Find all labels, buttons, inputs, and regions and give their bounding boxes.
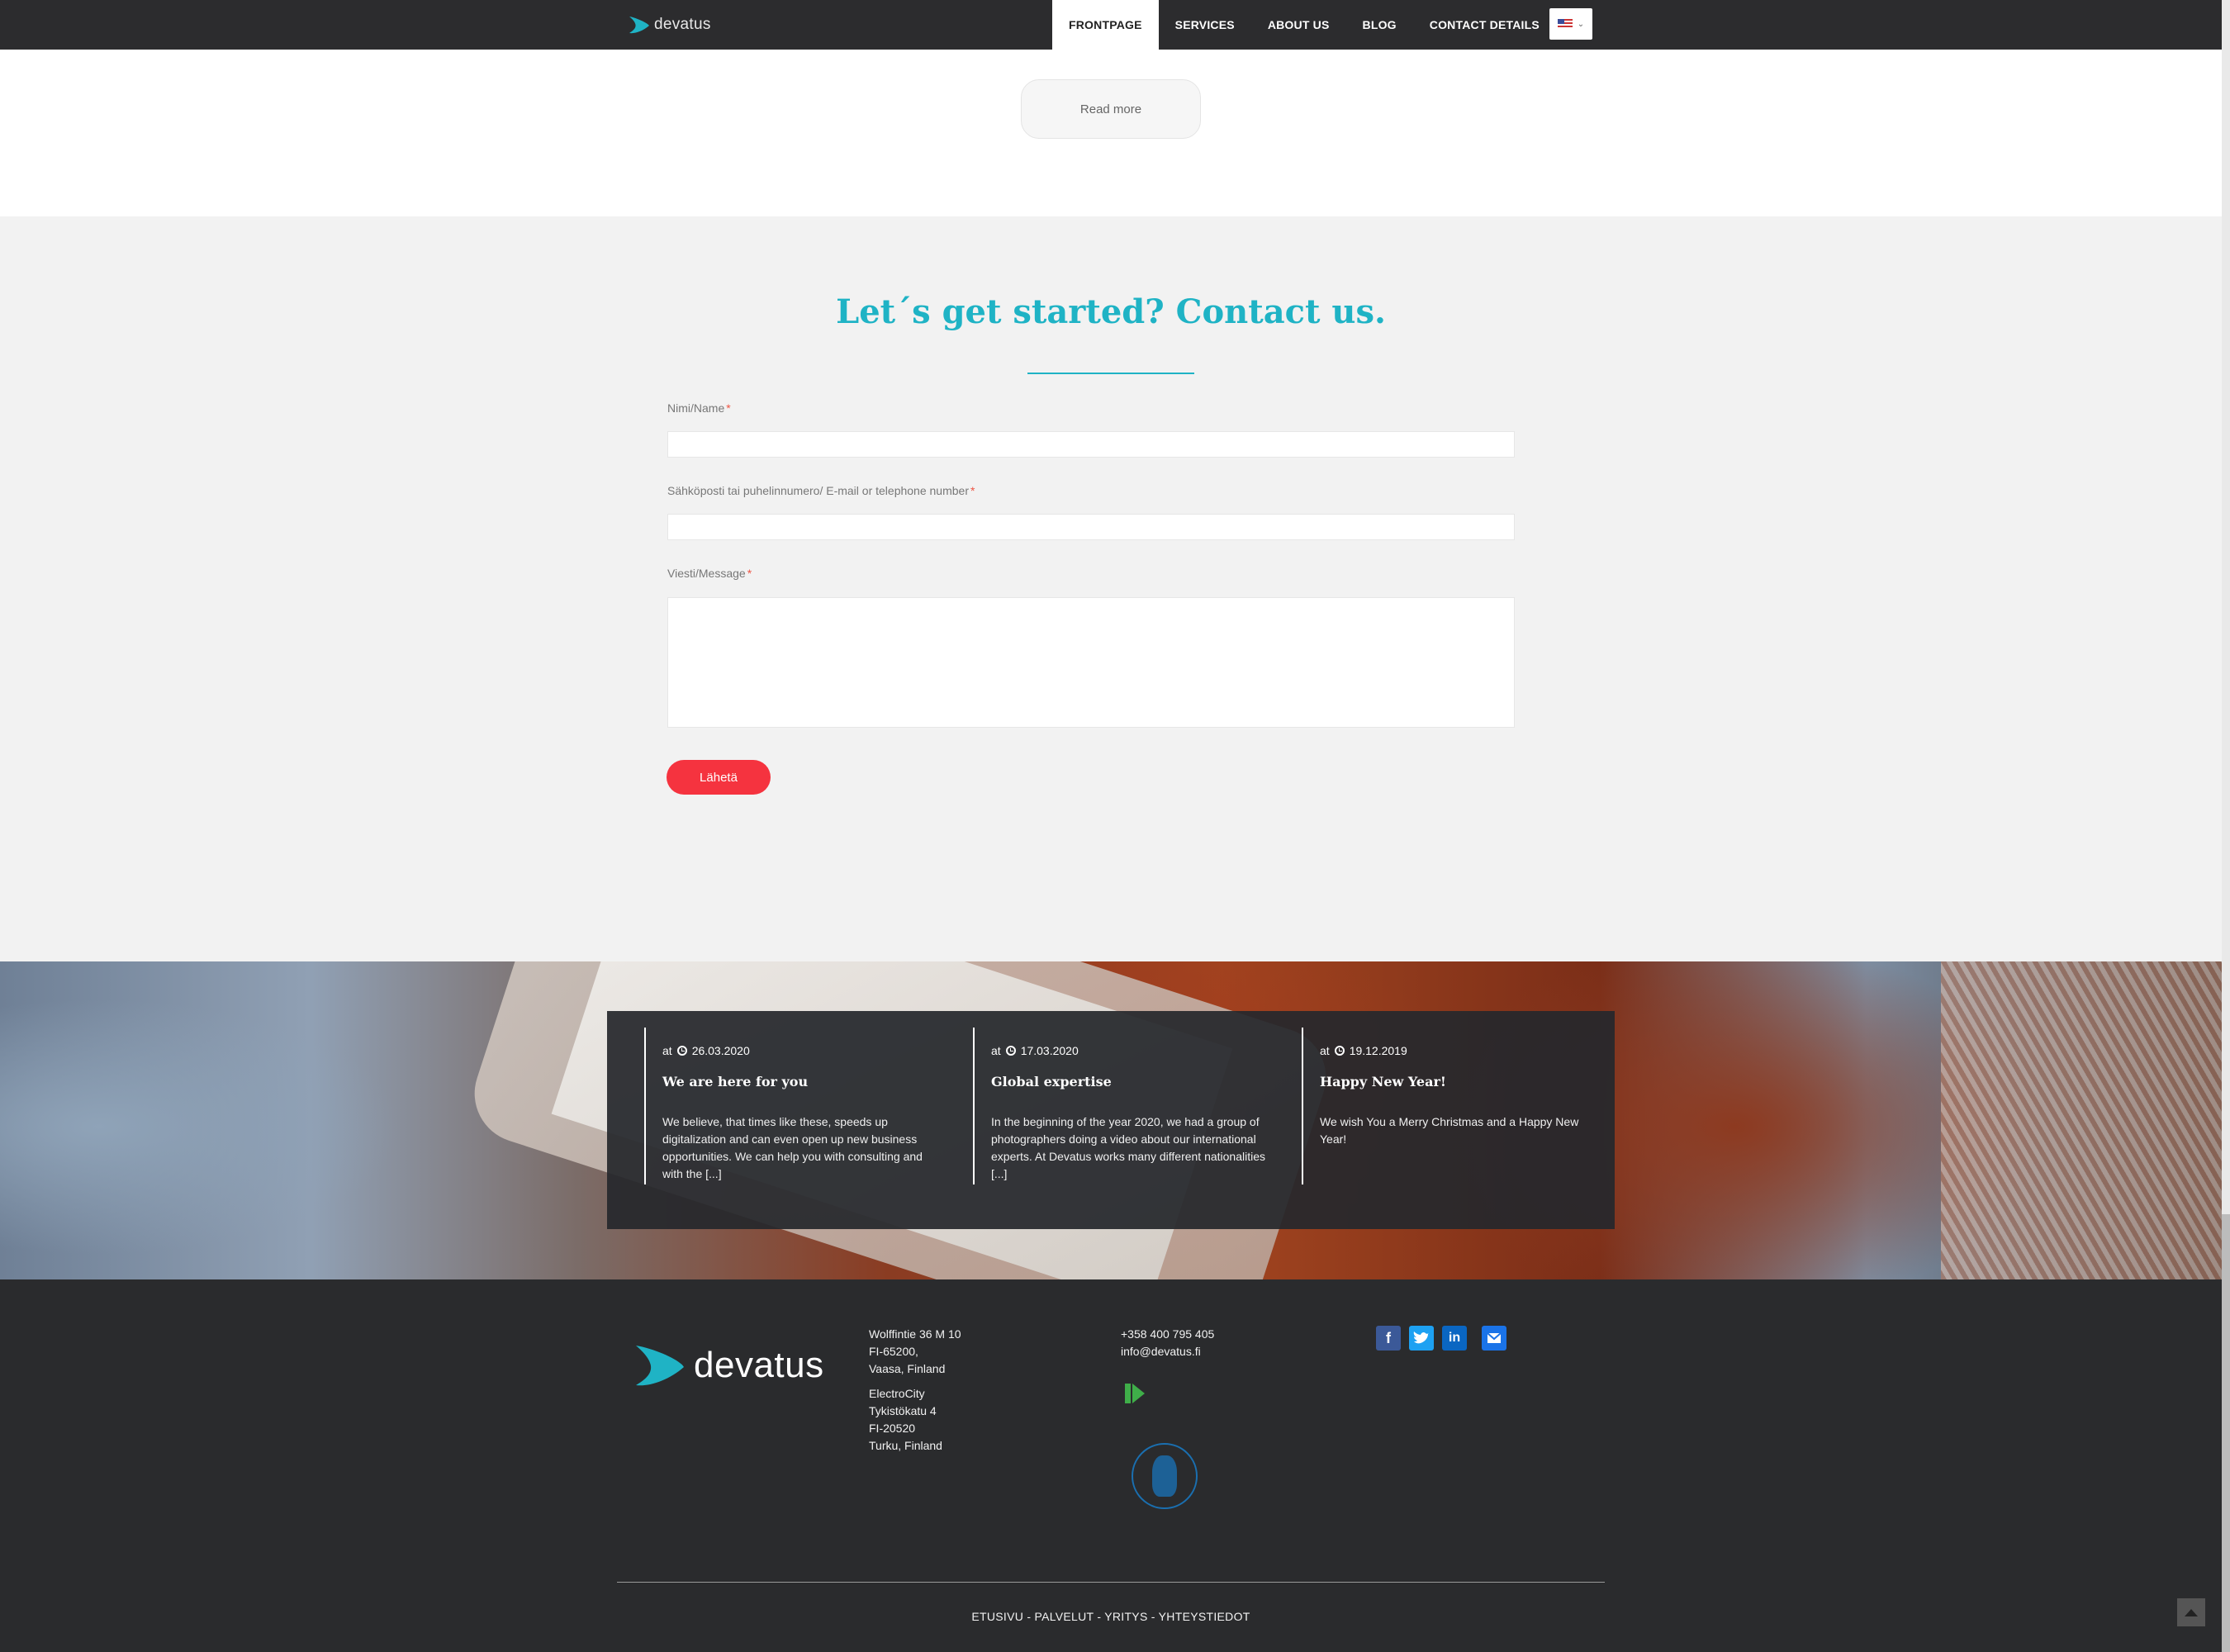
clock-icon xyxy=(676,1046,687,1056)
submit-button[interactable]: Lähetä xyxy=(667,760,771,795)
post-title[interactable]: Happy New Year! xyxy=(1320,1074,1446,1089)
nav-about-us[interactable]: ABOUT US xyxy=(1251,0,1346,50)
site-footer: devatus Wolffintie 36 M 10 FI-65200, Vaa… xyxy=(0,1279,2222,1652)
required-marker: * xyxy=(747,567,752,580)
post-date-prefix: at xyxy=(1320,1044,1330,1057)
header-logo-text: devatus xyxy=(654,16,711,33)
nav-frontpage[interactable]: FRONTPAGE xyxy=(1052,0,1159,50)
scrollbar-thumb[interactable] xyxy=(2222,1214,2230,1652)
footer-links[interactable]: ETUSIVU - PALVELUT - YRITYS - YHTEYSTIED… xyxy=(0,1610,2222,1623)
required-marker: * xyxy=(970,484,975,497)
footer-logo[interactable]: devatus xyxy=(633,1342,824,1389)
contact-label: Sähköposti tai puhelinnumero/ E-mail or … xyxy=(667,484,975,497)
linkedin-icon[interactable]: in xyxy=(1442,1326,1467,1351)
footer-email[interactable]: info@devatus.fi xyxy=(1121,1343,1214,1360)
finland-badge xyxy=(1132,1443,1198,1509)
devatus-logo-icon xyxy=(636,1346,684,1386)
latest-posts: at 26.03.2020 We are here for you We bel… xyxy=(607,1011,1615,1229)
news-band: at 26.03.2020 We are here for you We bel… xyxy=(0,961,2222,1279)
us-flag-icon xyxy=(1557,19,1573,29)
facebook-icon[interactable]: f xyxy=(1376,1326,1401,1351)
post-excerpt: We believe, that times like these, speed… xyxy=(662,1115,923,1180)
arrow-up-icon xyxy=(2185,1608,2198,1616)
contact-section: Let´s get started? Contact us. Nimi/Name… xyxy=(0,216,2222,961)
page-scrollbar[interactable] xyxy=(2222,0,2230,1652)
name-label: Nimi/Name * xyxy=(667,401,731,415)
name-label-text: Nimi/Name xyxy=(667,401,725,415)
read-more-button[interactable]: Read more xyxy=(1021,79,1201,139)
message-textarea[interactable] xyxy=(667,597,1515,728)
post-excerpt: We wish You a Merry Christmas and a Happ… xyxy=(1320,1115,1579,1146)
post-date-prefix: at xyxy=(991,1044,1001,1057)
title-divider xyxy=(1027,373,1194,374)
partner-logo-icon xyxy=(1125,1384,1145,1403)
background-sleeve xyxy=(1941,961,2222,1279)
post-date-value: 26.03.2020 xyxy=(691,1044,750,1057)
post-title[interactable]: We are here for you xyxy=(662,1074,808,1089)
twitter-icon[interactable] xyxy=(1409,1326,1434,1351)
contact-title: Let´s get started? Contact us. xyxy=(836,292,1386,331)
post-date-value: 17.03.2020 xyxy=(1020,1044,1079,1057)
post-date-prefix: at xyxy=(662,1044,672,1057)
footer-phone[interactable]: +358 400 795 405 xyxy=(1121,1326,1214,1343)
name-input[interactable] xyxy=(667,431,1515,458)
post-date: at 26.03.2020 xyxy=(662,1044,750,1057)
devatus-logo-icon xyxy=(629,17,649,34)
language-selector[interactable]: ⌄ xyxy=(1549,8,1592,40)
footer-contact: +358 400 795 405 info@devatus.fi xyxy=(1121,1326,1214,1360)
message-label-text: Viesti/Message xyxy=(667,567,746,580)
nav-contact-details[interactable]: CONTACT DETAILS xyxy=(1413,0,1556,50)
post-date-value: 19.12.2019 xyxy=(1349,1044,1407,1057)
main-nav: FRONTPAGE SERVICES ABOUT US BLOG CONTACT… xyxy=(1052,0,1556,50)
clock-icon xyxy=(1334,1046,1345,1056)
post-card[interactable]: at 17.03.2020 Global expertise In the be… xyxy=(973,1028,1287,1184)
email-or-phone-input[interactable] xyxy=(667,514,1515,540)
post-date: at 17.03.2020 xyxy=(991,1044,1079,1057)
finland-map-icon xyxy=(1152,1455,1177,1497)
required-marker: * xyxy=(726,401,731,415)
contact-label-text: Sähköposti tai puhelinnumero/ E-mail or … xyxy=(667,484,969,497)
site-header: devatus FRONTPAGE SERVICES ABOUT US BLOG… xyxy=(0,0,2222,50)
address-vaasa: Wolffintie 36 M 10 FI-65200, Vaasa, Finl… xyxy=(869,1327,961,1375)
footer-logo-text: devatus xyxy=(694,1345,824,1385)
clock-icon xyxy=(1005,1046,1016,1056)
header-logo[interactable]: devatus xyxy=(628,13,711,36)
post-excerpt: In the beginning of the year 2020, we ha… xyxy=(991,1115,1266,1180)
post-card[interactable]: at 26.03.2020 We are here for you We bel… xyxy=(644,1028,958,1184)
address-turku: ElectroCity Tykistökatu 4 FI-20520 Turku… xyxy=(869,1387,942,1452)
post-title[interactable]: Global expertise xyxy=(991,1074,1112,1089)
back-to-top-button[interactable] xyxy=(2177,1598,2205,1626)
partner-badge xyxy=(1125,1382,1226,1405)
nav-services[interactable]: SERVICES xyxy=(1159,0,1251,50)
social-links: f in xyxy=(1376,1326,1515,1351)
post-card[interactable]: at 19.12.2019 Happy New Year! We wish Yo… xyxy=(1302,1028,1616,1184)
email-icon[interactable] xyxy=(1482,1326,1506,1351)
footer-divider xyxy=(617,1582,1605,1583)
nav-blog[interactable]: BLOG xyxy=(1346,0,1413,50)
message-label: Viesti/Message * xyxy=(667,567,752,580)
chevron-down-icon: ⌄ xyxy=(1577,19,1585,29)
post-date: at 19.12.2019 xyxy=(1320,1044,1407,1057)
